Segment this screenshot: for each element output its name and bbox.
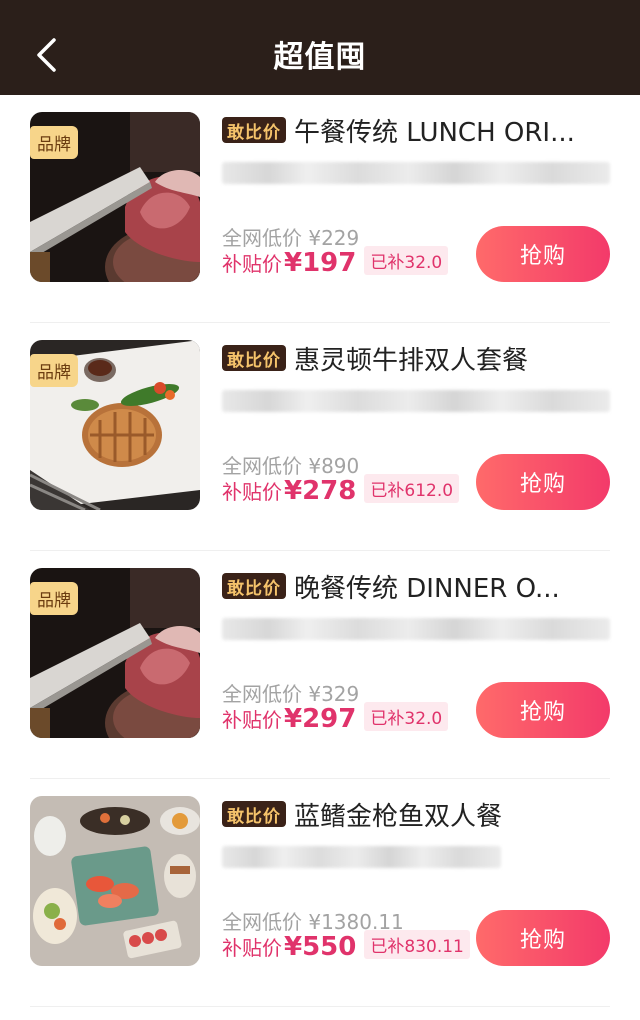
brand-badge: 品牌 bbox=[30, 354, 78, 387]
product-title[interactable]: 午餐传统 LUNCH ORI... bbox=[294, 112, 575, 148]
product-card[interactable]: 敢比价 蓝鳍金枪鱼双人餐 全网低价 ¥1380.11 补贴价 ¥550 已补83… bbox=[30, 779, 610, 1007]
product-info: 敢比价 晚餐传统 DINNER O... 全网低价 ¥329 补贴价 ¥297 … bbox=[222, 568, 610, 743]
product-title[interactable]: 晚餐传统 DINNER O... bbox=[294, 568, 560, 604]
top-bar: 超值囤 bbox=[0, 0, 640, 95]
subsidy-price: ¥550 bbox=[284, 932, 357, 962]
subsidy-price: ¥278 bbox=[284, 476, 357, 506]
original-price: 全网低价 ¥329 bbox=[222, 682, 360, 706]
buy-button[interactable]: 抢购 bbox=[476, 910, 610, 966]
buy-button[interactable]: 抢购 bbox=[476, 226, 610, 282]
subsidy-amount-chip: 已补32.0 bbox=[364, 702, 449, 731]
subsidy-label: 补贴价 bbox=[222, 480, 282, 504]
subsidy-amount-chip: 已补612.0 bbox=[364, 474, 460, 503]
price-compare-tag: 敢比价 bbox=[222, 117, 286, 143]
subsidy-price-row: 补贴价 ¥197 已补32.0 bbox=[222, 246, 449, 278]
subsidy-price-row: 补贴价 ¥297 已补32.0 bbox=[222, 702, 449, 734]
blurred-description bbox=[222, 162, 610, 184]
subsidy-label: 补贴价 bbox=[222, 936, 282, 960]
product-title[interactable]: 惠灵顿牛排双人套餐 bbox=[294, 340, 528, 376]
subsidy-label: 补贴价 bbox=[222, 708, 282, 732]
subsidy-price-row: 补贴价 ¥278 已补612.0 bbox=[222, 474, 460, 506]
product-info: 敢比价 午餐传统 LUNCH ORI... 全网低价 ¥229 补贴价 ¥197… bbox=[222, 112, 610, 287]
buy-button[interactable]: 抢购 bbox=[476, 682, 610, 738]
subsidy-price-row: 补贴价 ¥550 已补830.11 bbox=[222, 930, 470, 962]
subsidy-amount-chip: 已补32.0 bbox=[364, 246, 449, 275]
original-price: 全网低价 ¥229 bbox=[222, 226, 360, 250]
product-card[interactable]: 品牌 敢比价 晚餐传统 DINNER O... 全网低价 ¥329 补贴价 ¥2… bbox=[30, 551, 610, 779]
page-title: 超值囤 bbox=[273, 40, 367, 75]
product-card[interactable]: 品牌 敢比价 惠灵顿牛排双人套餐 全网低价 ¥890 补贴价 ¥278 已补61… bbox=[30, 323, 610, 551]
brand-badge: 品牌 bbox=[30, 126, 78, 159]
subsidy-label: 补贴价 bbox=[222, 252, 282, 276]
product-title[interactable]: 蓝鳍金枪鱼双人餐 bbox=[294, 796, 502, 832]
product-list: 品牌 敢比价 午餐传统 LUNCH ORI... 全网低价 ¥229 补贴价 ¥… bbox=[0, 95, 640, 1007]
product-image[interactable] bbox=[30, 796, 200, 966]
product-info: 敢比价 惠灵顿牛排双人套餐 全网低价 ¥890 补贴价 ¥278 已补612.0… bbox=[222, 340, 610, 515]
blurred-description bbox=[222, 618, 610, 640]
blurred-description bbox=[222, 846, 502, 868]
product-image[interactable]: 品牌 bbox=[30, 568, 200, 738]
subsidy-price: ¥197 bbox=[284, 248, 357, 278]
buy-button[interactable]: 抢购 bbox=[476, 454, 610, 510]
price-compare-tag: 敢比价 bbox=[222, 573, 286, 599]
original-price: 全网低价 ¥890 bbox=[222, 454, 360, 478]
product-info: 敢比价 蓝鳍金枪鱼双人餐 全网低价 ¥1380.11 补贴价 ¥550 已补83… bbox=[222, 796, 610, 971]
brand-badge: 品牌 bbox=[30, 582, 78, 615]
subsidy-price: ¥297 bbox=[284, 704, 357, 734]
blurred-description bbox=[222, 390, 610, 412]
product-card[interactable]: 品牌 敢比价 午餐传统 LUNCH ORI... 全网低价 ¥229 补贴价 ¥… bbox=[30, 95, 610, 323]
subsidy-amount-chip: 已补830.11 bbox=[364, 930, 470, 959]
price-compare-tag: 敢比价 bbox=[222, 345, 286, 371]
price-compare-tag: 敢比价 bbox=[222, 801, 286, 827]
product-image[interactable]: 品牌 bbox=[30, 340, 200, 510]
product-image[interactable]: 品牌 bbox=[30, 112, 200, 282]
